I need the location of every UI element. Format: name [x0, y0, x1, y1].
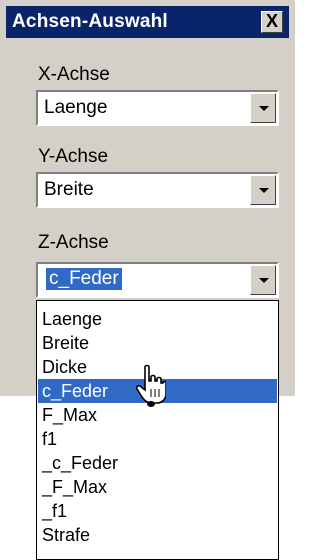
list-item[interactable]: Breite: [38, 331, 277, 355]
close-button[interactable]: X: [261, 11, 283, 33]
y-axis-value: Breite: [44, 179, 94, 200]
z-axis-value: c_Feder: [46, 268, 122, 290]
window-title: Achsen-Auswahl: [12, 11, 168, 32]
z-axis-select[interactable]: c_Feder: [36, 262, 279, 298]
list-item[interactable]: Laenge: [38, 307, 277, 331]
list-item[interactable]: f1: [38, 427, 277, 451]
z-axis-label: Z-Achse: [38, 232, 109, 253]
close-icon: X: [265, 11, 278, 31]
y-axis-select[interactable]: Breite: [36, 172, 279, 208]
x-axis-label: X-Achse: [38, 64, 110, 85]
list-item[interactable]: _f1: [38, 499, 277, 523]
title-bar[interactable]: Achsen-Auswahl X: [6, 6, 289, 38]
y-axis-label: Y-Achse: [38, 146, 109, 167]
x-axis-dropdown-button[interactable]: [250, 93, 276, 123]
y-axis-dropdown-button[interactable]: [250, 175, 276, 205]
z-axis-dropdown-button[interactable]: [250, 265, 276, 295]
hand-pointer-icon: [136, 364, 166, 407]
x-axis-select[interactable]: Laenge: [36, 90, 279, 126]
list-item[interactable]: Strafe: [38, 523, 277, 547]
z-axis-dropdown-list[interactable]: Laenge Breite Dicke c_Feder F_Max f1 _c_…: [36, 300, 279, 560]
list-item[interactable]: _F_Max: [38, 475, 277, 499]
x-axis-value: Laenge: [44, 97, 108, 118]
list-item[interactable]: _c_Feder: [38, 451, 277, 475]
